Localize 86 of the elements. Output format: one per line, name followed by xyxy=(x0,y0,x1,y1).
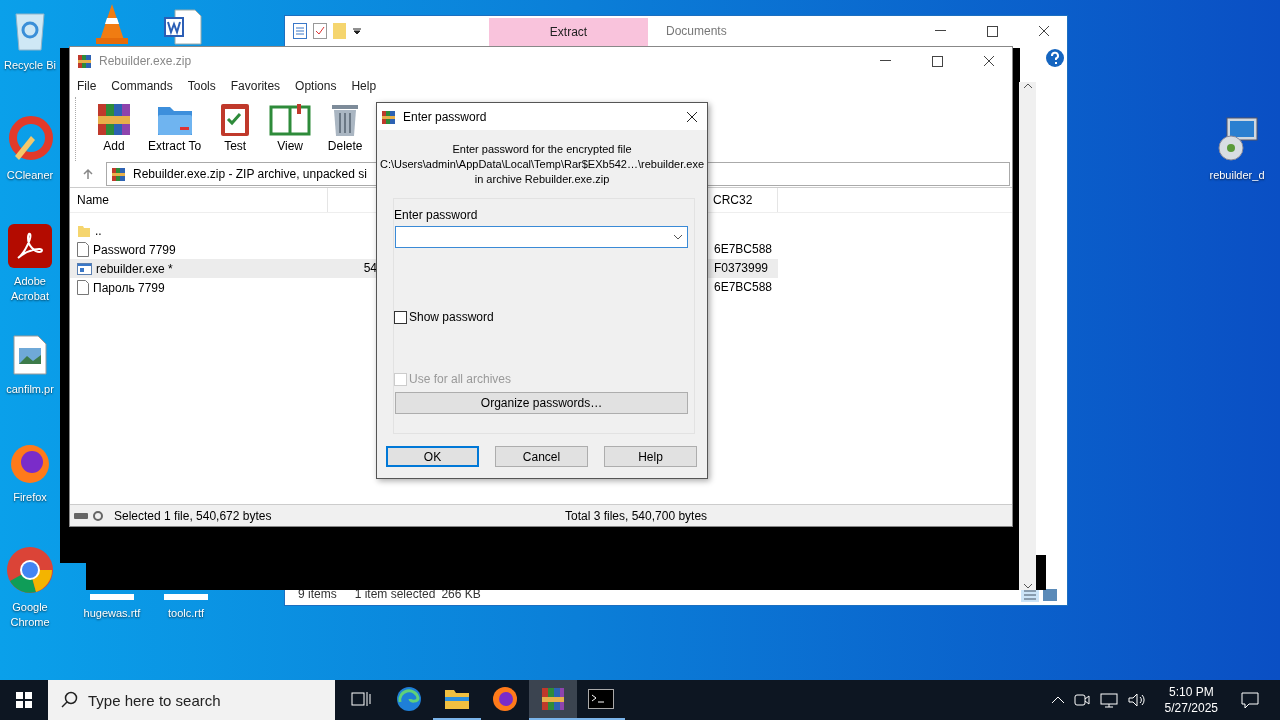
dropdown-icon[interactable] xyxy=(353,27,361,35)
file-name[interactable]: Password 7799 xyxy=(70,240,328,259)
books-icon xyxy=(77,53,93,69)
image-file-icon xyxy=(12,334,48,376)
dialog-button[interactable]: Help xyxy=(604,446,697,467)
terminal-icon xyxy=(588,689,614,709)
edge-icon xyxy=(396,686,422,712)
file-crc: F0373999 xyxy=(706,259,778,278)
toolbar-button[interactable]: View xyxy=(265,97,316,153)
desktop-icon-label[interactable]: rebuilder_d xyxy=(1209,168,1265,183)
scroll-down-icon[interactable] xyxy=(1022,582,1033,590)
field-label: Enter password xyxy=(394,208,478,222)
task-view-icon xyxy=(351,690,371,708)
menu-item[interactable]: Favorites xyxy=(230,79,281,93)
checkbox[interactable] xyxy=(394,310,407,324)
help-icon[interactable] xyxy=(1045,48,1065,68)
dialog-button[interactable]: OK xyxy=(386,446,479,467)
dialog-title: Enter password xyxy=(403,109,487,124)
checkbox-label: Show password xyxy=(409,310,494,324)
search-field[interactable]: Type here to search xyxy=(48,680,335,720)
maximize-icon xyxy=(931,55,943,67)
maximize-icon xyxy=(986,25,998,37)
dialog-message: in archive Rebuilder.exe.zip xyxy=(474,172,610,186)
address-text: Rebuilder.exe.zip - ZIP archive, unpacked si xyxy=(133,167,367,181)
checklist-icon[interactable] xyxy=(313,23,327,39)
selection-status: Selected 1 file, 540,672 bytes xyxy=(113,508,273,523)
program-icon xyxy=(77,262,92,275)
organize-button[interactable]: Organize passwords… xyxy=(395,392,688,414)
toolbar-button[interactable]: Extract To xyxy=(144,97,206,153)
file-name[interactable]: Пароль 7799 xyxy=(70,278,328,297)
firefox-icon xyxy=(492,686,518,712)
search-icon xyxy=(60,691,78,709)
clock[interactable]: 5:10 PM 5/27/2025 xyxy=(1154,684,1228,716)
window-title: Rebuilder.exe.zip xyxy=(99,54,192,68)
chevron-down-icon[interactable] xyxy=(673,234,683,240)
date: 5/27/2025 xyxy=(1164,700,1218,716)
ribbon-tab[interactable]: Extract xyxy=(489,18,648,46)
minimize-icon xyxy=(879,60,891,62)
window-title: Documents xyxy=(666,24,727,38)
folder-icon xyxy=(77,223,91,238)
scroll-up-icon[interactable] xyxy=(1022,82,1033,90)
dialog-button[interactable]: Cancel xyxy=(495,446,588,467)
close-icon xyxy=(983,55,995,67)
toolbar-button[interactable]: Test xyxy=(211,97,260,153)
file-name[interactable]: .. xyxy=(70,221,328,240)
books-icon xyxy=(96,101,132,137)
close-icon xyxy=(1038,25,1050,37)
acrobat-icon xyxy=(8,224,52,268)
taskbar-app-button[interactable] xyxy=(529,680,577,720)
menu-item[interactable]: Options xyxy=(295,79,337,93)
toolbar-button[interactable]: Add xyxy=(90,97,138,153)
books-icon xyxy=(381,108,397,125)
file-size: 54 xyxy=(328,259,377,278)
checkbox-label: Use for all archives xyxy=(409,372,512,386)
scrollbar[interactable] xyxy=(1019,82,1036,590)
file-name[interactable]: rebuilder.exe * xyxy=(70,259,328,278)
menu-item[interactable]: Help xyxy=(351,79,377,93)
menu-item[interactable]: Commands xyxy=(111,79,173,93)
camera-icon[interactable] xyxy=(1072,692,1091,708)
book-icon xyxy=(269,101,312,137)
file-crc: 6E7BC588 xyxy=(713,241,774,258)
books-icon xyxy=(540,686,566,712)
up-arrow-icon[interactable] xyxy=(82,168,94,180)
close-icon xyxy=(686,110,698,123)
dialog-message: Enter password for the encrypted file xyxy=(452,142,632,156)
menu-item[interactable]: Tools xyxy=(187,79,216,93)
password-field[interactable] xyxy=(395,226,688,248)
dialog-message: C:\Users\admin\AppData\Local\Temp\Rar$EXb542…\rebuilder.exe xyxy=(379,157,705,171)
clipboard-icon xyxy=(219,101,252,137)
file-crc: 6E7BC588 xyxy=(713,279,774,296)
properties-icon[interactable] xyxy=(293,23,307,39)
column-header[interactable]: Name xyxy=(70,188,328,212)
network-icon[interactable] xyxy=(1098,692,1119,708)
books-icon xyxy=(111,166,127,182)
brush-icon xyxy=(7,116,53,162)
folder-icon xyxy=(444,688,470,710)
minimize-icon xyxy=(934,30,946,32)
chevron-up-icon[interactable] xyxy=(1050,696,1065,704)
toolbar-button[interactable]: Delete xyxy=(321,97,370,153)
total-status: Total 3 files, 540,700 bytes xyxy=(564,508,709,523)
time: 5:10 PM xyxy=(1168,684,1214,700)
windows-logo-icon xyxy=(16,692,32,708)
volume-icon[interactable] xyxy=(1126,692,1147,708)
notification-icon[interactable] xyxy=(1240,691,1260,709)
chrome-icon xyxy=(6,546,54,594)
menu-item[interactable]: File xyxy=(77,79,97,93)
